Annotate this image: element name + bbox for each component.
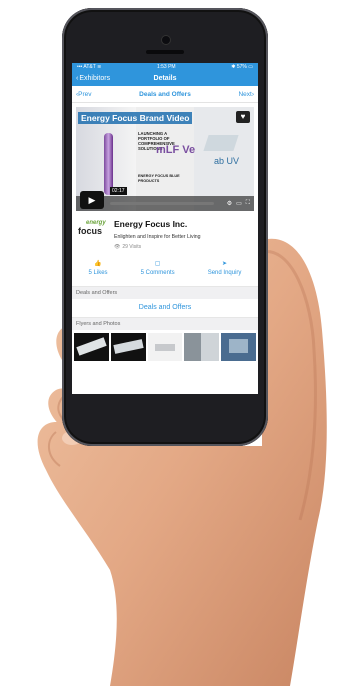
- eye-icon: 👁: [114, 244, 121, 250]
- tube-light-image: [104, 133, 113, 195]
- next-button[interactable]: Next›: [238, 88, 254, 102]
- video-logo-text-2: ab UV: [214, 156, 240, 166]
- photo-gallery: [72, 330, 258, 364]
- deals-section-header: Deals and Offers: [72, 287, 258, 299]
- logo-text-bottom: focus: [78, 226, 103, 236]
- company-name: Energy Focus Inc.: [114, 219, 188, 229]
- play-button[interactable]: ▶: [80, 191, 104, 209]
- tube-light-image: [113, 339, 144, 354]
- interior-photo: [184, 333, 202, 361]
- likes-button[interactable]: 👍 5 Likes: [89, 258, 108, 286]
- gallery-thumbnail[interactable]: [110, 333, 146, 361]
- gallery-thumbnail[interactable]: [74, 333, 109, 361]
- video-logo-text: mLF Ve: [156, 144, 196, 156]
- heart-icon: ♥: [240, 112, 246, 121]
- company-tagline: Enlighten and Inspire for Better Living: [114, 234, 201, 240]
- exhibitor-info: energy focus Energy Focus Inc. Enlighten…: [72, 214, 258, 254]
- video-player[interactable]: LAUNCHING A PORTFOLIO OF COMPREHENSIVE S…: [76, 107, 254, 211]
- gallery-thumbnail[interactable]: [184, 333, 220, 361]
- battery-label: ✱ 57% ▭: [231, 64, 253, 70]
- video-caption-2: ENERGY FOCUS BLUE PRODUCTS: [138, 174, 180, 183]
- video-title: Energy Focus Brand Video: [78, 112, 193, 124]
- phone-body: ••• AT&T ≋ 1:53 PM ✱ 57% ▭ ‹ Exhibitors …: [62, 8, 268, 446]
- front-camera: [162, 36, 170, 44]
- play-icon: ▶: [88, 195, 96, 205]
- send-inquiry-button[interactable]: ➤ Send Inquiry: [208, 258, 242, 286]
- chevron-right-icon: ›: [251, 91, 254, 98]
- panel-light-image: [154, 344, 176, 351]
- send-icon: ➤: [222, 261, 228, 267]
- phone-screen: ••• AT&T ≋ 1:53 PM ✱ 57% ▭ ‹ Exhibitors …: [72, 63, 258, 394]
- comments-button[interactable]: ▢ 5 Comments: [141, 258, 175, 286]
- carrier-label: ••• AT&T ≋: [77, 64, 102, 70]
- flyers-section-header: Flyers and Photos: [72, 318, 258, 330]
- tube-light-image: [76, 337, 107, 356]
- comments-label: 5 Comments: [140, 270, 175, 276]
- gallery-thumbnail[interactable]: [221, 333, 256, 361]
- next-label: Next: [238, 91, 252, 98]
- video-duration: 02:17: [110, 187, 127, 195]
- fullscreen-icon[interactable]: ⛶: [246, 200, 250, 207]
- visit-count: 👁 29 Visits: [114, 244, 141, 250]
- sub-navigation: ‹Prev Deals and Offers Next›: [72, 88, 258, 103]
- nav-bar: ‹ Exhibitors Details: [72, 71, 258, 86]
- ceiling-lamp-image: [203, 135, 239, 151]
- favorite-button[interactable]: ♥: [236, 111, 250, 123]
- earpiece-speaker: [146, 50, 184, 54]
- clock-label: 1:53 PM: [156, 64, 176, 70]
- likes-label: 5 Likes: [88, 270, 108, 276]
- gallery-thumbnail[interactable]: [147, 333, 183, 361]
- video-control-icons: ⚙ ▭ ⛶: [227, 200, 250, 207]
- send-inquiry-label: Send Inquiry: [207, 270, 242, 276]
- thumbs-up-icon: 👍: [94, 261, 102, 267]
- action-bar: 👍 5 Likes ▢ 5 Comments ➤ Send Inquiry: [72, 258, 258, 287]
- company-logo: energy focus: [78, 220, 108, 244]
- deals-and-offers-link[interactable]: Deals and Offers: [72, 299, 258, 318]
- status-bar: ••• AT&T ≋ 1:53 PM ✱ 57% ▭: [72, 63, 258, 71]
- video-progress-bar[interactable]: [110, 202, 214, 205]
- cast-icon[interactable]: ▭: [236, 200, 242, 207]
- settings-icon[interactable]: ⚙: [227, 200, 232, 207]
- subnav-title: Deals and Offers: [139, 91, 191, 98]
- comment-icon: ▢: [154, 261, 161, 267]
- ship-photo: [229, 339, 248, 353]
- visits-label: 29 Visits: [122, 244, 142, 250]
- page-title: Details: [153, 75, 177, 82]
